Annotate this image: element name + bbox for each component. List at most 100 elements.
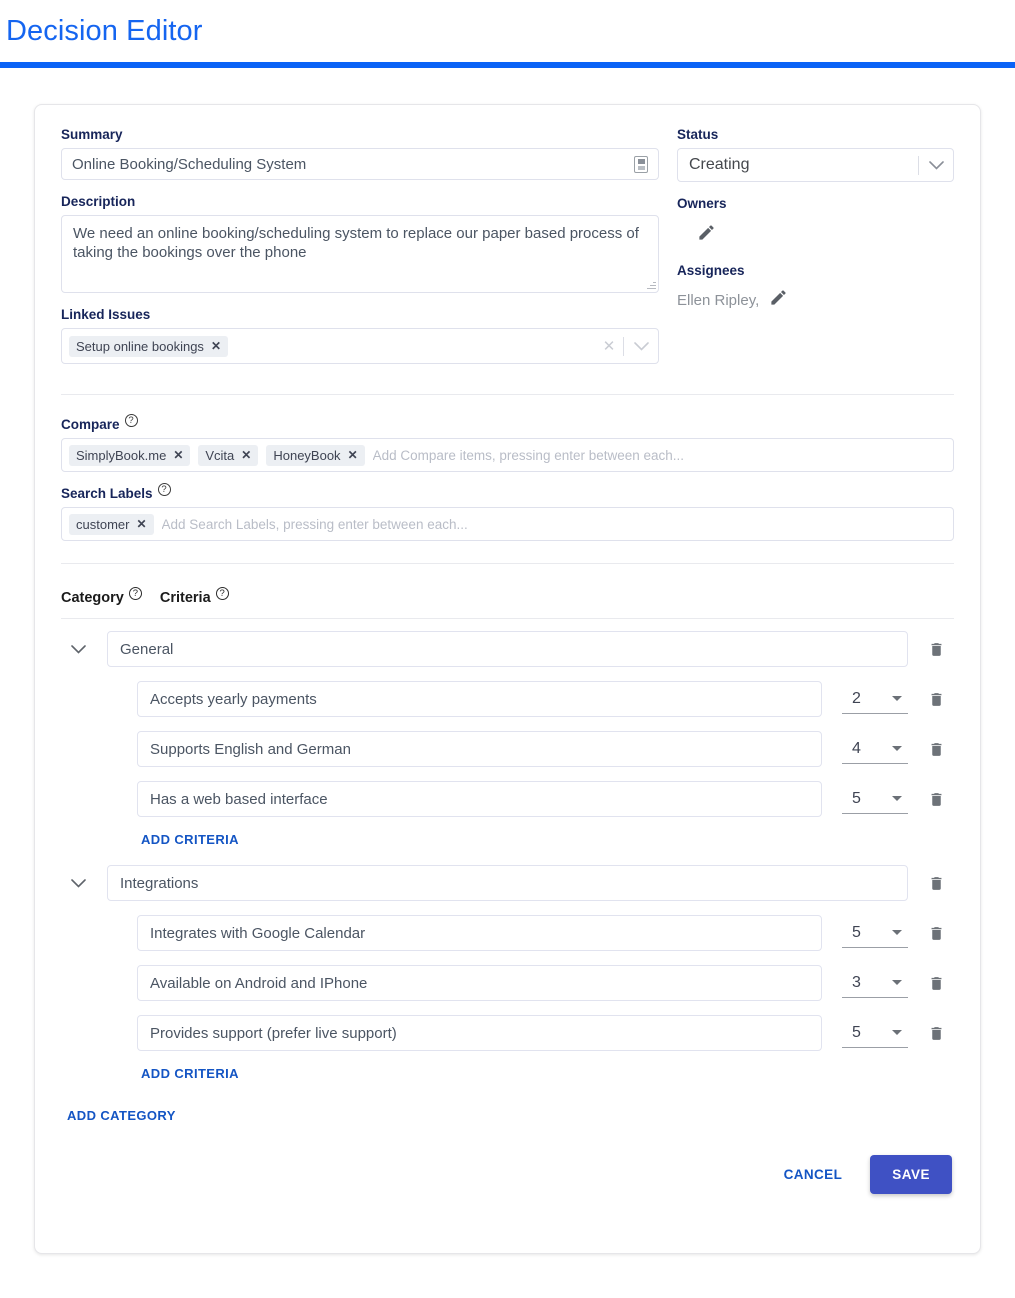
add-category-button[interactable]: ADD CATEGORY (67, 1108, 176, 1123)
chip-label: customer (76, 516, 130, 532)
search-labels-input-placeholder: Add Search Labels, pressing enter betwee… (161, 516, 468, 532)
search-labels-label: Search Labels (61, 486, 153, 501)
criteria-score-select[interactable]: 2 (842, 684, 908, 714)
chip-search-label[interactable]: customer ✕ (69, 513, 154, 535)
criteria-row: Accepts yearly payments 2 (61, 681, 954, 717)
delete-category-button[interactable] (918, 631, 954, 667)
linked-issues-field[interactable]: Setup online bookings ✕ ✕ (61, 328, 659, 364)
decision-editor-page: Decision Editor Summary Online Booking/S… (0, 0, 1015, 1298)
criteria-name-input[interactable]: Supports English and German (137, 731, 822, 767)
add-criteria-row: ADD CRITERIA (61, 1065, 954, 1083)
status-label: Status (677, 127, 719, 142)
category-block: General Accepts yearly payments 2 Suppor… (61, 619, 954, 849)
category-name-input[interactable]: General (107, 631, 908, 667)
chip-remove-icon[interactable]: ✕ (241, 448, 251, 462)
chevron-down-icon[interactable] (892, 980, 902, 985)
criteria-row: Supports English and German 4 (61, 731, 954, 767)
chevron-down-icon[interactable] (892, 746, 902, 751)
help-icon[interactable]: ? (124, 414, 138, 427)
criteria-name-input[interactable]: Provides support (prefer live support) (137, 1015, 822, 1051)
delete-category-button[interactable] (918, 865, 954, 901)
description-textarea[interactable]: We need an online booking/scheduling sys… (61, 215, 659, 293)
delete-criteria-button[interactable] (918, 781, 954, 817)
criteria-score-select[interactable]: 4 (842, 734, 908, 764)
search-labels-field[interactable]: customer ✕ Add Search Labels, pressing e… (61, 507, 954, 541)
add-criteria-button[interactable]: ADD CRITERIA (141, 832, 239, 847)
help-icon[interactable]: ? (215, 587, 229, 600)
delete-criteria-button[interactable] (918, 731, 954, 767)
save-document-icon[interactable] (634, 155, 648, 173)
criteria-header: Criteria ? (160, 587, 229, 606)
chip-compare-item[interactable]: Vcita ✕ (198, 444, 259, 466)
edit-pencil-icon[interactable] (697, 223, 716, 247)
criteria-score-value: 2 (852, 689, 861, 707)
chip-remove-icon[interactable]: ✕ (136, 517, 146, 531)
top-form-grid: Summary Online Booking/Scheduling System… (61, 127, 954, 364)
assignee-name: Ellen Ripley, (677, 291, 760, 309)
status-select[interactable]: Creating (677, 148, 954, 182)
chevron-down-icon[interactable] (624, 329, 658, 363)
assignees-label: Assignees (677, 263, 745, 278)
chevron-down-icon[interactable] (892, 930, 902, 935)
edit-pencil-icon[interactable] (769, 288, 788, 312)
cancel-button[interactable]: CANCEL (770, 1157, 857, 1192)
criteria-name-value: Integrates with Google Calendar (150, 924, 366, 942)
chip-compare-item[interactable]: HoneyBook ✕ (266, 444, 365, 466)
description-value: We need an online booking/scheduling sys… (73, 225, 639, 261)
criteria-row: Has a web based interface 5 (61, 781, 954, 817)
criteria-row: Available on Android and IPhone 3 (61, 965, 954, 1001)
criteria-name-input[interactable]: Accepts yearly payments (137, 681, 822, 717)
criteria-name-input[interactable]: Has a web based interface (137, 781, 822, 817)
delete-criteria-button[interactable] (918, 681, 954, 717)
chip-remove-icon[interactable]: ✕ (211, 339, 221, 353)
criteria-score-value: 5 (852, 923, 861, 941)
criteria-name-input[interactable]: Integrates with Google Calendar (137, 915, 822, 951)
delete-criteria-button[interactable] (918, 915, 954, 951)
right-column: Status Creating Owners Assignees Ellen R… (675, 127, 954, 364)
linked-issues-label: Linked Issues (61, 307, 151, 322)
resize-grip-icon[interactable] (646, 280, 656, 290)
chevron-down-icon[interactable] (919, 149, 953, 181)
help-icon[interactable]: ? (128, 587, 142, 600)
chevron-down-icon[interactable] (892, 696, 902, 701)
criteria-score-select[interactable]: 5 (842, 918, 908, 948)
delete-criteria-button[interactable] (918, 1015, 954, 1051)
summary-value: Online Booking/Scheduling System (72, 155, 307, 173)
owners-value-row (677, 217, 954, 247)
criteria-score-select[interactable]: 5 (842, 784, 908, 814)
delete-criteria-button[interactable] (918, 965, 954, 1001)
linked-issues-actions: ✕ (595, 329, 658, 363)
criteria-score-select[interactable]: 5 (842, 1018, 908, 1048)
compare-field[interactable]: SimplyBook.me ✕ Vcita ✕ HoneyBook ✕ Add … (61, 438, 954, 472)
chip-label: Setup online bookings (76, 338, 204, 354)
category-name-input[interactable]: Integrations (107, 865, 908, 901)
criteria-score-select[interactable]: 3 (842, 968, 908, 998)
card-container: Summary Online Booking/Scheduling System… (0, 68, 1015, 1254)
collapse-chevron-down-icon[interactable] (67, 638, 89, 660)
criteria-name-value: Provides support (prefer live support) (150, 1024, 397, 1042)
compare-label-row: Compare ? (61, 414, 954, 432)
criteria-name-value: Accepts yearly payments (150, 690, 317, 708)
category-row: General (61, 631, 954, 667)
clear-icon[interactable]: ✕ (595, 337, 623, 355)
add-criteria-button[interactable]: ADD CRITERIA (141, 1066, 239, 1081)
chip-compare-item[interactable]: SimplyBook.me ✕ (69, 444, 191, 466)
criteria-score-value: 5 (852, 789, 861, 807)
summary-input[interactable]: Online Booking/Scheduling System (61, 148, 659, 180)
owners-label: Owners (677, 196, 727, 211)
criteria-row: Provides support (prefer live support) 5 (61, 1015, 954, 1051)
criteria-name-input[interactable]: Available on Android and IPhone (137, 965, 822, 1001)
footer-actions: CANCEL SAVE (61, 1155, 954, 1194)
collapse-chevron-down-icon[interactable] (67, 872, 89, 894)
chevron-down-icon[interactable] (892, 796, 902, 801)
summary-label: Summary (61, 127, 123, 142)
save-button[interactable]: SAVE (870, 1155, 952, 1194)
category-name-value: General (120, 640, 174, 658)
chip-remove-icon[interactable]: ✕ (173, 448, 183, 462)
chip-remove-icon[interactable]: ✕ (348, 448, 358, 462)
help-icon[interactable]: ? (157, 483, 171, 496)
chip-linked-issue[interactable]: Setup online bookings ✕ (69, 335, 228, 357)
search-labels-label-row: Search Labels ? (61, 483, 954, 501)
chevron-down-icon[interactable] (892, 1030, 902, 1035)
category-name-value: Integrations (120, 874, 199, 892)
